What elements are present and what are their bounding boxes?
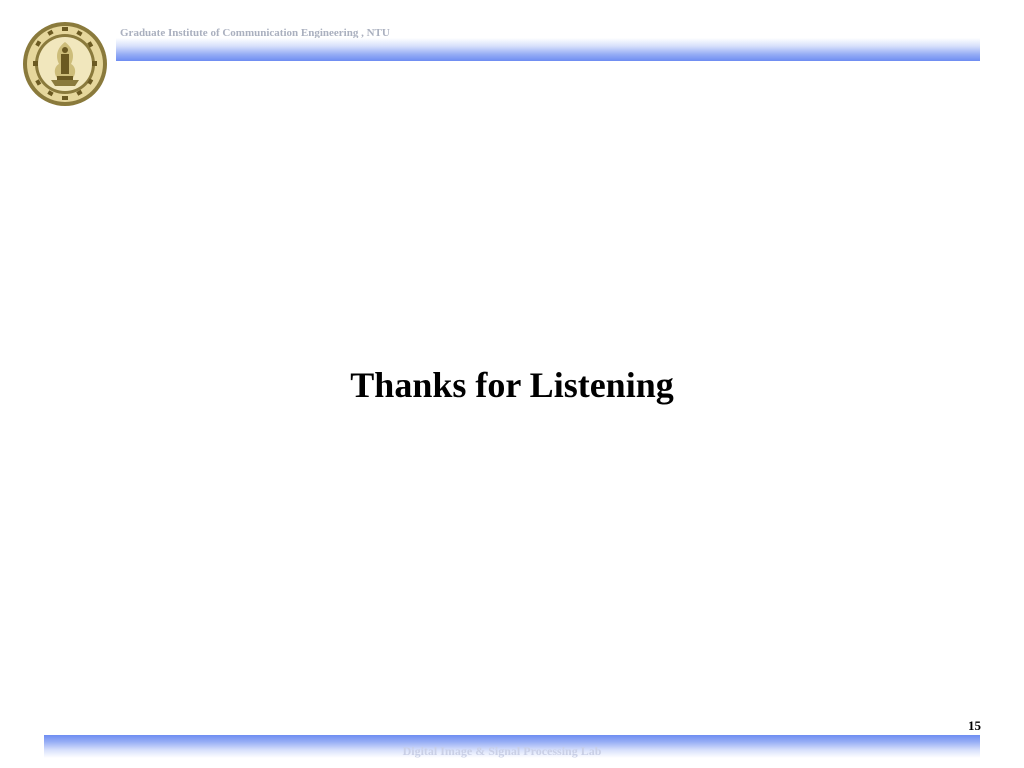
ntu-emblem-icon [23, 22, 107, 106]
footer-lab-text: Digital Image & Signal Processing Lab [402, 744, 602, 758]
slide: Graduate Institute of Communication Engi… [0, 0, 1024, 768]
slide-title: Thanks for Listening [350, 365, 674, 405]
page-number: 15 [968, 718, 981, 733]
header-bar [116, 38, 980, 61]
